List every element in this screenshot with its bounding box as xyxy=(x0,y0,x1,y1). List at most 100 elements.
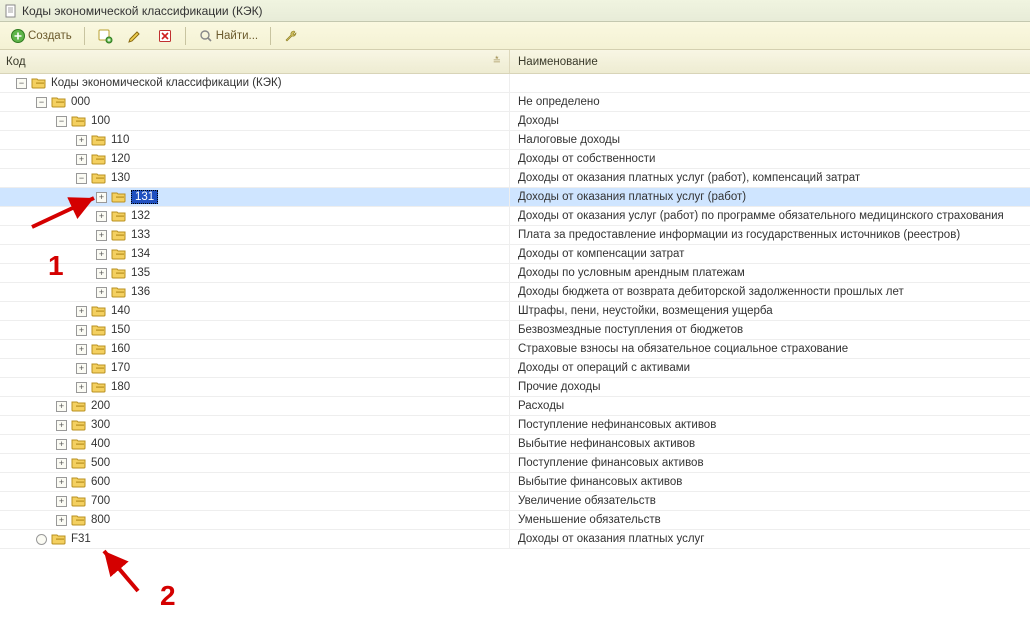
folder-icon xyxy=(71,438,87,450)
create-button[interactable]: Создать xyxy=(6,25,76,47)
tree-row[interactable]: +300Поступление нефинансовых активов xyxy=(0,416,1030,435)
tree-code: 131 xyxy=(131,190,158,204)
annotation-number-2: 2 xyxy=(160,580,176,612)
expand-toggle[interactable]: + xyxy=(56,515,67,526)
expand-toggle[interactable]: + xyxy=(96,211,107,222)
tree-row[interactable]: +120Доходы от собственности xyxy=(0,150,1030,169)
expand-toggle[interactable]: − xyxy=(76,173,87,184)
tree-name: Не определено xyxy=(518,96,600,108)
expand-toggle[interactable]: + xyxy=(56,477,67,488)
expand-toggle[interactable]: − xyxy=(16,78,27,89)
expand-toggle[interactable]: + xyxy=(76,325,87,336)
tree-row[interactable]: F31Доходы от оказания платных услуг xyxy=(0,530,1030,549)
expand-toggle[interactable]: + xyxy=(56,496,67,507)
expand-toggle[interactable]: + xyxy=(56,439,67,450)
tree-code: 133 xyxy=(131,229,150,241)
add-icon xyxy=(97,28,113,44)
tree-row[interactable]: +500Поступление финансовых активов xyxy=(0,454,1030,473)
folder-icon xyxy=(71,457,87,469)
expand-toggle[interactable]: + xyxy=(76,382,87,393)
expand-toggle[interactable]: + xyxy=(96,287,107,298)
tree-row[interactable]: − 000 Не определено xyxy=(0,93,1030,112)
tree-row[interactable]: +110Налоговые доходы xyxy=(0,131,1030,150)
folder-icon xyxy=(71,419,87,431)
tree-row[interactable]: +131 Доходы от оказания платных услуг (ра… xyxy=(0,188,1030,207)
tree-row[interactable]: −130Доходы от оказания платных услуг (ра… xyxy=(0,169,1030,188)
expand-toggle[interactable] xyxy=(36,534,47,545)
tree-row[interactable]: +140Штрафы, пени, неустойки, возмещения … xyxy=(0,302,1030,321)
plus-circle-icon xyxy=(10,28,26,44)
tree-row[interactable]: − Коды экономической классификации (КЭК) xyxy=(0,74,1030,93)
expand-toggle[interactable]: + xyxy=(56,420,67,431)
tree-name: Уменьшение обязательств xyxy=(518,514,661,526)
expand-toggle[interactable]: + xyxy=(56,401,67,412)
tree-row[interactable]: +800 Уменьшение обязательств xyxy=(0,511,1030,530)
folder-icon xyxy=(71,115,87,127)
folder-icon xyxy=(91,362,107,374)
tree-name: Доходы бюджета от возврата дебиторской з… xyxy=(518,286,904,298)
expand-toggle[interactable]: + xyxy=(56,458,67,469)
tree-name: Прочие доходы xyxy=(518,381,601,393)
window-title: Коды экономической классификации (КЭК) xyxy=(22,4,263,18)
expand-toggle[interactable]: + xyxy=(96,268,107,279)
tree-code: 134 xyxy=(131,248,150,260)
tree-code: 800 xyxy=(91,514,110,526)
folder-icon xyxy=(71,514,87,526)
tree-row[interactable]: +134Доходы от компенсации затрат xyxy=(0,245,1030,264)
expand-toggle[interactable]: + xyxy=(76,306,87,317)
tree-row[interactable]: +700Увеличение обязательств xyxy=(0,492,1030,511)
tree-code: 130 xyxy=(111,172,130,184)
expand-toggle[interactable]: + xyxy=(76,154,87,165)
add-button[interactable] xyxy=(93,25,117,47)
tree-name: Доходы от оказания платных услуг (работ) xyxy=(518,191,746,203)
column-header-code[interactable]: Код ≛ xyxy=(0,50,510,73)
tree-row[interactable]: +133Плата за предоставление информации и… xyxy=(0,226,1030,245)
expand-toggle[interactable]: − xyxy=(36,97,47,108)
tree-code: F31 xyxy=(71,533,91,545)
tree-name: Доходы xyxy=(518,115,559,127)
tree-code: Коды экономической классификации (КЭК) xyxy=(51,77,282,89)
tree-row[interactable]: +136Доходы бюджета от возврата дебиторск… xyxy=(0,283,1030,302)
folder-icon xyxy=(71,495,87,507)
tree-code: 500 xyxy=(91,457,110,469)
expand-toggle[interactable]: + xyxy=(76,344,87,355)
sort-indicator-icon: ≛ xyxy=(493,56,501,67)
edit-button[interactable] xyxy=(123,25,147,47)
expand-toggle[interactable]: + xyxy=(96,230,107,241)
tree-grid[interactable]: −Коды экономической классификации (КЭК)−… xyxy=(0,74,1030,549)
toolbar-separator xyxy=(84,27,85,45)
toolbar-separator xyxy=(270,27,271,45)
expand-toggle[interactable]: + xyxy=(96,192,107,203)
tree-name: Доходы от операций с активами xyxy=(518,362,690,374)
tree-code: 300 xyxy=(91,419,110,431)
toolbar-separator xyxy=(185,27,186,45)
delete-button[interactable] xyxy=(153,25,177,47)
annotation-arrow-2 xyxy=(90,546,160,596)
tree-name: Доходы от собственности xyxy=(518,153,655,165)
tree-row[interactable]: +600Выбытие финансовых активов xyxy=(0,473,1030,492)
expand-toggle[interactable]: − xyxy=(56,116,67,127)
tree-code: 135 xyxy=(131,267,150,279)
tree-row[interactable]: +400Выбытие нефинансовых активов xyxy=(0,435,1030,454)
find-button[interactable]: Найти... xyxy=(194,25,262,47)
tree-row[interactable]: +170Доходы от операций с активами xyxy=(0,359,1030,378)
tree-row[interactable]: +135Доходы по условным арендным платежам xyxy=(0,264,1030,283)
folder-icon xyxy=(91,324,107,336)
settings-button[interactable] xyxy=(279,25,303,47)
tree-row[interactable]: +132Доходы от оказания услуг (работ) по … xyxy=(0,207,1030,226)
tree-row[interactable]: +180Прочие доходы xyxy=(0,378,1030,397)
expand-toggle[interactable]: + xyxy=(96,249,107,260)
column-header-name[interactable]: Наименование xyxy=(510,50,1030,73)
tree-name: Выбытие нефинансовых активов xyxy=(518,438,695,450)
expand-toggle[interactable]: + xyxy=(76,135,87,146)
tree-code: 000 xyxy=(71,96,90,108)
tree-row[interactable]: +160Страховые взносы на обязательное соц… xyxy=(0,340,1030,359)
column-headers: Код ≛ Наименование xyxy=(0,50,1030,74)
tree-row[interactable]: −100Доходы xyxy=(0,112,1030,131)
tree-row[interactable]: +200Расходы xyxy=(0,397,1030,416)
tree-name: Штрафы, пени, неустойки, возмещения ущер… xyxy=(518,305,773,317)
folder-icon xyxy=(91,153,107,165)
tree-name: Налоговые доходы xyxy=(518,134,620,146)
expand-toggle[interactable]: + xyxy=(76,363,87,374)
tree-row[interactable]: +150Безвозмездные поступления от бюджето… xyxy=(0,321,1030,340)
